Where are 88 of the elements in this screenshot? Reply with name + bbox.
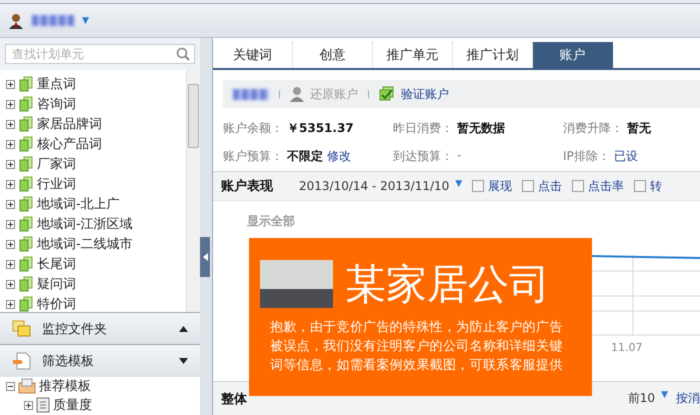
folder-icon (18, 216, 34, 232)
banner-title: 某家居公司 (345, 260, 550, 308)
expand-toggle-icon[interactable] (6, 120, 15, 128)
tree-item[interactable]: 长尾词 (0, 254, 186, 274)
tree-item[interactable]: 质量度 (0, 396, 200, 415)
tab[interactable]: 账户 (533, 42, 613, 68)
folder-icon (18, 116, 34, 132)
expand-toggle-icon[interactable] (24, 400, 33, 410)
tree-item[interactable]: 地域词-二线城市 (0, 234, 186, 254)
metric-checkbox[interactable]: 展现 (472, 178, 512, 194)
expand-toggle-icon[interactable] (6, 80, 15, 88)
tab[interactable]: 关键词 (213, 42, 293, 68)
expand-toggle-icon[interactable] (6, 280, 15, 288)
field-value: - (457, 148, 462, 164)
document-icon (36, 397, 50, 414)
dropdown-caret[interactable]: ▼ (82, 16, 89, 26)
expand-toggle-icon[interactable] (6, 140, 15, 148)
folder-icon (18, 236, 34, 252)
field-label: 到达预算： (393, 148, 453, 165)
expand-toggle-icon[interactable] (6, 160, 15, 168)
tree-item[interactable]: 地域词-江浙区域 (0, 214, 186, 234)
tree-item[interactable]: 核心产品词 (0, 134, 186, 154)
expand-toggle-icon[interactable] (6, 220, 15, 228)
blurred-username (32, 15, 74, 26)
field-label: 账户预算： (223, 148, 283, 165)
field-value: 不限定 (287, 148, 323, 165)
field-label: 账户余额： (223, 120, 283, 137)
expand-toggle-icon[interactable] (6, 260, 15, 268)
triangle-icon[interactable] (179, 326, 188, 332)
tree-item[interactable]: 行业词 (0, 174, 186, 194)
axis-label: 11.07 (611, 341, 642, 354)
metric-checkbox[interactable]: 转 (634, 178, 662, 194)
field-value: ￥5351.37 (287, 120, 354, 137)
folder-icon (18, 276, 34, 292)
metric-checkbox[interactable]: 点击 (522, 178, 562, 194)
field-value: 暂无 (627, 120, 651, 137)
folder-icon (18, 296, 34, 312)
folder-icon (18, 96, 34, 112)
field-label: 昨日消费： (393, 120, 453, 137)
folder-icon (18, 76, 34, 92)
folders-icon (12, 320, 32, 338)
expand-toggle-icon[interactable] (6, 300, 15, 308)
tree-item[interactable]: 家居品牌词 (0, 114, 186, 134)
edit-link[interactable]: 已设 (614, 148, 638, 165)
panel-header[interactable]: 监控文件夹 (0, 312, 200, 344)
folder-icon (18, 196, 34, 212)
inbox-icon (18, 378, 36, 394)
tree-item[interactable]: 咨询词 (0, 94, 186, 114)
scrollbar[interactable] (186, 70, 200, 312)
triangle-icon[interactable] (179, 358, 188, 364)
search-field[interactable]: 查找计划单元 (5, 44, 195, 64)
folder-icon (18, 256, 34, 272)
panel-header[interactable]: 筛选模板 (0, 344, 200, 377)
field-label: 消费升降： (563, 120, 623, 137)
folder-icon (18, 156, 34, 172)
tree-item[interactable]: 疑问词 (0, 274, 186, 294)
person-icon (290, 86, 304, 102)
blurred-account-name (233, 88, 269, 100)
section-title: 整体 (221, 390, 247, 408)
user-avatar-icon (8, 12, 24, 28)
tree-item[interactable]: 厂家词 (0, 154, 186, 174)
metric-checkbox[interactable]: 点击率 (572, 178, 624, 194)
expand-toggle-icon[interactable] (6, 240, 15, 248)
field-value: 暂无数据 (457, 120, 505, 137)
edit-link[interactable]: 修改 (327, 148, 351, 165)
notice-text: 抱歉，由于竞价广告的特殊性，为防止客户的广告被误点，我们没有注明客户的公司名称和详细关键词等信息，如需看案例效果截图，可联系客服提供 (269, 319, 564, 375)
tree-item[interactable]: 地域词-北上广 (0, 194, 186, 214)
field-label: IP排除： (563, 148, 610, 165)
folder-icon (18, 176, 34, 192)
collapse-handle[interactable] (200, 236, 210, 276)
expand-toggle-icon[interactable] (6, 100, 15, 108)
expand-toggle-icon[interactable] (6, 200, 15, 208)
sort-link[interactable]: 按消 (676, 390, 700, 407)
top-count-dropdown[interactable]: 前10 ▼ (628, 390, 668, 407)
section-title: 账户表现 (221, 178, 273, 195)
toolbar-button[interactable]: 验证账户 (379, 86, 449, 102)
date-range-dropdown[interactable]: 2013/10/14 - 2013/11/10 ▼ (299, 179, 462, 193)
checkmark-icon (379, 86, 395, 102)
search-icon[interactable] (176, 47, 190, 61)
expand-toggle-icon[interactable] (6, 180, 15, 188)
tree-item[interactable]: 推荐模板 (0, 376, 200, 396)
tree-item[interactable]: 特价词 (0, 294, 186, 314)
expand-toggle-icon[interactable] (6, 382, 15, 391)
document-tag-icon (12, 352, 32, 370)
tab[interactable]: 推广单元 (373, 42, 453, 68)
tree-item[interactable]: 重点词 (0, 74, 186, 94)
folder-icon (18, 136, 34, 152)
tab[interactable]: 创意 (293, 42, 373, 68)
